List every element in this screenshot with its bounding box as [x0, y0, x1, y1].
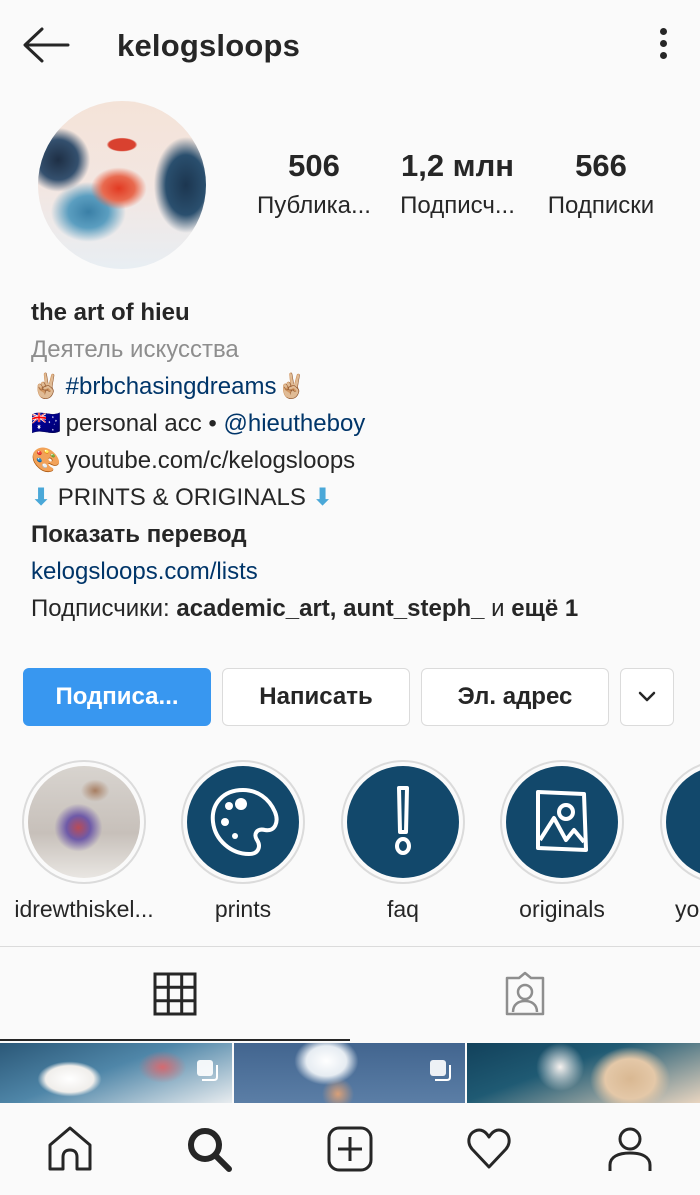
- arrow-down-icon: ⬇: [312, 484, 333, 511]
- mention-link[interactable]: @hieutheboy: [224, 410, 366, 437]
- user-icon: [608, 1127, 652, 1171]
- stat-followers-label: Подписч...: [400, 192, 515, 219]
- nav-activity[interactable]: [465, 1125, 513, 1173]
- multiple-photos-icon: [197, 1060, 218, 1081]
- bottom-navigation: [0, 1103, 700, 1195]
- arrow-down-icon: ⬇: [31, 484, 52, 511]
- posts-grid: [0, 1043, 700, 1103]
- bio-line-hashtag: ✌🏼 #brbchasingdreams✌🏼: [31, 368, 691, 405]
- tab-tagged[interactable]: [350, 947, 700, 1041]
- followed-by-prefix: Подписчики:: [31, 595, 177, 622]
- website-link[interactable]: kelogsloops.com/lists: [31, 553, 691, 590]
- tab-grid[interactable]: [0, 947, 350, 1041]
- email-button[interactable]: Эл. адрес: [421, 668, 609, 726]
- hashtag-link[interactable]: #brbchasingdreams: [66, 373, 277, 400]
- followed-by-more: ещё 1: [511, 595, 579, 622]
- image-icon: [536, 790, 588, 852]
- arrow-left-icon: [23, 27, 70, 63]
- top-bar: kelogsloops: [0, 0, 700, 95]
- highlight-label: originals: [519, 896, 605, 922]
- chevron-down-icon: [638, 691, 656, 702]
- plus-square-icon: [327, 1126, 373, 1172]
- profile-username: kelogsloops: [117, 28, 301, 63]
- active-tab-indicator: [0, 1039, 350, 1041]
- nav-new-post[interactable]: [326, 1125, 374, 1173]
- highlight-label: prints: [214, 896, 272, 922]
- victory-hand-emoji-icon: ✌🏼: [31, 373, 61, 400]
- profile-bio: the art of hieu Деятель искусства ✌🏼 #br…: [31, 294, 691, 627]
- highlight-cover-photo: [28, 766, 140, 878]
- profile-stats: 506 Публика... 1,2 млн Подписч... 566 По…: [245, 148, 675, 228]
- bio-line-personal: 🇦🇺 personal acc • @hieutheboy: [31, 405, 691, 442]
- highlight-item[interactable]: prints: [178, 760, 308, 923]
- stat-posts-label: Публика...: [257, 192, 371, 219]
- message-button[interactable]: Написать: [222, 668, 410, 726]
- australia-flag-emoji-icon: 🇦🇺: [31, 410, 61, 437]
- tagged-user-icon: [505, 971, 545, 1016]
- profile-category: Деятель искусства: [31, 336, 239, 363]
- highlight-label: faq: [387, 896, 419, 922]
- grid-icon: [153, 972, 197, 1016]
- stat-posts[interactable]: 506 Публика...: [249, 148, 379, 220]
- bio-line-youtube: 🎨 youtube.com/c/kelogsloops: [31, 442, 691, 479]
- nav-profile[interactable]: [606, 1125, 654, 1173]
- highlight-item[interactable]: yo: [657, 760, 700, 923]
- profile-tabs: [0, 947, 700, 1041]
- bio-line-prints: ⬇ PRINTS & ORIGINALS ⬇: [31, 479, 691, 516]
- post-thumbnail[interactable]: [467, 1043, 700, 1103]
- palette-icon: [210, 788, 279, 856]
- heart-icon: [467, 1128, 511, 1169]
- followed-by-and: и: [484, 595, 512, 622]
- stat-following-value: 566: [575, 148, 627, 183]
- profile-avatar[interactable]: [38, 101, 206, 269]
- stat-followers[interactable]: 1,2 млн Подписч...: [390, 148, 525, 220]
- story-highlights: idrewthiskel... prints faq originals yo: [0, 760, 700, 930]
- post-thumbnail[interactable]: [0, 1043, 232, 1103]
- followed-by-names: academic_art, aunt_steph_: [176, 595, 485, 622]
- highlight-item[interactable]: faq: [338, 760, 468, 923]
- suggested-dropdown-button[interactable]: [620, 668, 674, 726]
- followed-by[interactable]: Подписчики: academic_art, aunt_steph_ и …: [31, 590, 691, 627]
- post-thumbnail[interactable]: [234, 1043, 465, 1103]
- bio-prints-text: PRINTS & ORIGINALS: [51, 484, 313, 511]
- highlight-label: yo: [675, 896, 700, 922]
- more-options-button[interactable]: [652, 28, 674, 68]
- profile-full-name: the art of hieu: [31, 299, 190, 326]
- home-icon: [48, 1126, 92, 1171]
- unknown-icon: [682, 782, 700, 862]
- stat-followers-value: 1,2 млн: [400, 148, 515, 183]
- highlight-label: idrewthiskel...: [14, 896, 154, 922]
- stat-following-label: Подписки: [547, 192, 655, 219]
- bio-youtube-text: youtube.com/c/kelogsloops: [65, 447, 356, 474]
- bio-personal-text: personal acc •: [65, 410, 224, 437]
- victory-hand-emoji-icon: ✌🏼: [276, 373, 307, 400]
- more-vertical-icon: [659, 28, 667, 35]
- highlight-item[interactable]: originals: [497, 760, 627, 923]
- follow-button[interactable]: Подписа...: [23, 668, 211, 726]
- nav-search[interactable]: [185, 1125, 233, 1173]
- stat-posts-value: 506: [288, 148, 340, 183]
- exclamation-icon: [395, 786, 411, 855]
- profile-actions: Подписа... Написать Эл. адрес: [23, 668, 683, 726]
- highlight-item[interactable]: idrewthiskel...: [14, 760, 154, 923]
- nav-home[interactable]: [46, 1125, 94, 1173]
- multiple-photos-icon: [430, 1060, 451, 1081]
- back-button[interactable]: [20, 25, 72, 65]
- palette-emoji-icon: 🎨: [31, 447, 61, 474]
- show-translation-link[interactable]: Показать перевод: [31, 516, 691, 553]
- stat-following[interactable]: 566 Подписки: [537, 148, 665, 220]
- search-icon: [188, 1128, 232, 1172]
